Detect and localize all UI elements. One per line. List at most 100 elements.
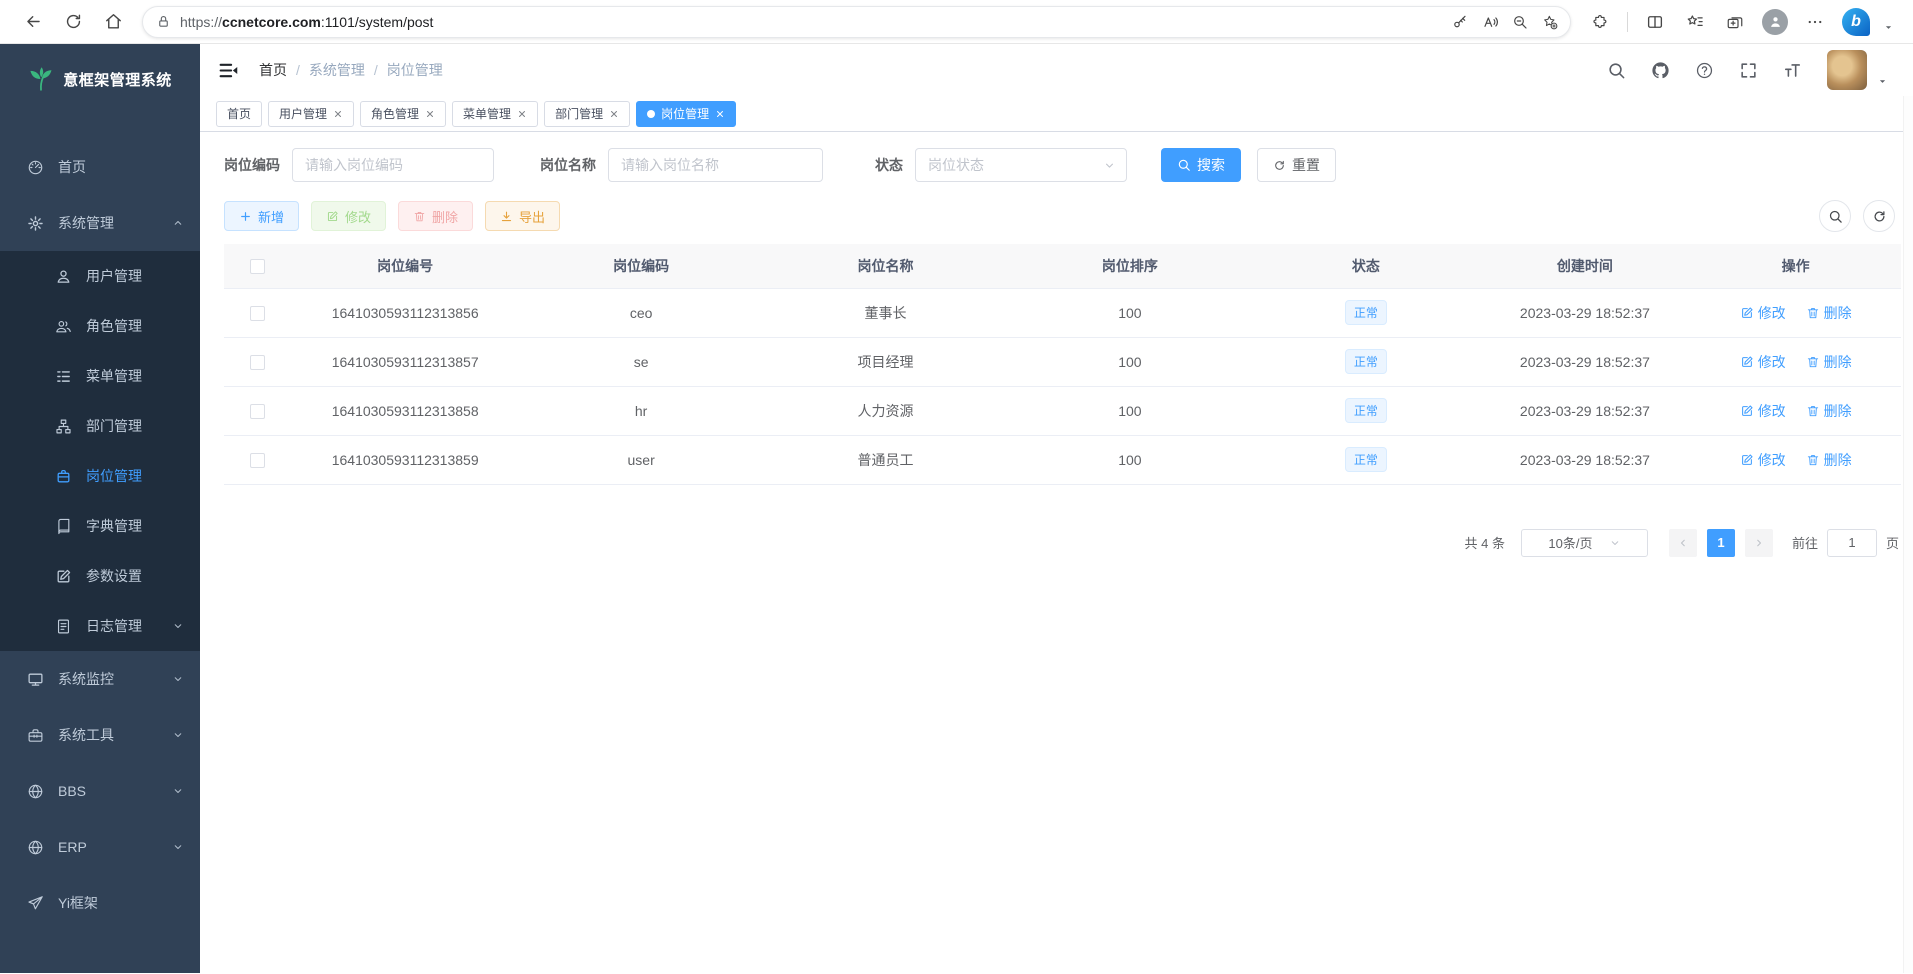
close-icon[interactable] [609, 109, 619, 119]
filter-form: 岗位编码 岗位名称 状态 岗位状态 搜索 [224, 148, 1901, 182]
select-all-checkbox[interactable] [250, 259, 265, 274]
post-code-input[interactable] [292, 148, 494, 182]
help-icon[interactable] [1695, 61, 1714, 80]
github-icon[interactable] [1651, 61, 1670, 80]
bing-chat-icon[interactable]: b [1842, 8, 1870, 36]
trash-icon [1806, 404, 1820, 418]
sidebar-item-home[interactable]: 首页 [0, 139, 200, 195]
sidebar-menu: 首页 系统管理 用户管理 角色管理 菜单管理 部门管理 [0, 114, 200, 931]
close-icon[interactable] [517, 109, 527, 119]
breadcrumb-system[interactable]: 系统管理 [309, 60, 365, 80]
next-page-button[interactable] [1745, 529, 1773, 557]
tab-menu-management[interactable]: 菜单管理 [452, 101, 538, 127]
back-icon[interactable] [16, 5, 50, 39]
sidebar-collapse-icon[interactable] [218, 60, 239, 81]
add-button[interactable]: 新增 [224, 201, 299, 231]
toggle-search-button[interactable] [1819, 200, 1851, 232]
collections-icon[interactable] [1722, 9, 1748, 35]
status-badge: 正常 [1345, 300, 1387, 325]
favorites-bar-icon[interactable] [1682, 9, 1708, 35]
row-delete-link[interactable]: 删除 [1806, 401, 1852, 421]
tab-post-management[interactable]: 岗位管理 [636, 101, 736, 127]
close-icon[interactable] [715, 109, 725, 119]
edit-button[interactable]: 修改 [311, 201, 386, 231]
chevron-down-icon [172, 729, 184, 741]
search-icon[interactable] [1607, 61, 1626, 80]
scrollbar-track[interactable] [1903, 96, 1913, 973]
fullscreen-icon[interactable] [1739, 61, 1758, 80]
prev-page-button[interactable] [1669, 529, 1697, 557]
breadcrumb-separator: / [374, 62, 378, 78]
sidebar-item-system-management[interactable]: 系统管理 [0, 195, 200, 251]
refresh-icon[interactable] [56, 5, 90, 39]
delete-button[interactable]: 删除 [398, 201, 473, 231]
row-delete-link[interactable]: 删除 [1806, 352, 1852, 372]
sidebar-item-system-monitor[interactable]: 系统监控 [0, 651, 200, 707]
row-checkbox[interactable] [250, 453, 265, 468]
row-checkbox[interactable] [250, 355, 265, 370]
page-1-button[interactable]: 1 [1707, 529, 1735, 557]
export-button[interactable]: 导出 [485, 201, 560, 231]
sidebar-item-dict-management[interactable]: 字典管理 [0, 501, 200, 551]
sidebar-item-user-management[interactable]: 用户管理 [0, 251, 200, 301]
plus-icon [239, 210, 252, 223]
page-size-value: 10条/页 [1548, 533, 1592, 552]
reset-button[interactable]: 重置 [1257, 148, 1336, 182]
avatar[interactable] [1827, 50, 1867, 90]
font-size-icon[interactable] [1783, 61, 1802, 80]
status-label: 状态 [875, 155, 903, 175]
close-icon[interactable] [333, 109, 343, 119]
sidebar-item-log-management[interactable]: 日志管理 [0, 601, 200, 651]
url-text[interactable]: https://ccnetcore.com:1101/system/post [180, 14, 1437, 30]
row-edit-link[interactable]: 修改 [1740, 303, 1786, 323]
sidebar-item-yi-framework[interactable]: Yi框架 [0, 875, 200, 931]
tab-label: 菜单管理 [463, 105, 511, 122]
zoom-out-icon[interactable] [1506, 8, 1534, 36]
col-post-code: 岗位编码 [519, 244, 763, 288]
sidebar-item-bbs[interactable]: BBS [0, 763, 200, 819]
close-icon[interactable] [425, 109, 435, 119]
page-size-select[interactable]: 10条/页 [1521, 529, 1648, 557]
goto-page-input[interactable] [1827, 529, 1877, 557]
row-checkbox[interactable] [250, 404, 265, 419]
more-icon[interactable] [1802, 9, 1828, 35]
row-edit-link[interactable]: 修改 [1740, 450, 1786, 470]
tab-role-management[interactable]: 角色管理 [360, 101, 446, 127]
sidebar-item-erp[interactable]: ERP [0, 819, 200, 875]
sidebar-item-system-tools[interactable]: 系统工具 [0, 707, 200, 763]
address-bar[interactable]: https://ccnetcore.com:1101/system/post [142, 6, 1571, 38]
tab-label: 用户管理 [279, 105, 327, 122]
chevron-down-icon [1103, 159, 1116, 172]
sidebar-item-dept-management[interactable]: 部门管理 [0, 401, 200, 451]
split-screen-icon[interactable] [1642, 9, 1668, 35]
tab-home[interactable]: 首页 [216, 101, 262, 127]
row-delete-link[interactable]: 删除 [1806, 450, 1852, 470]
sidebar-item-post-management[interactable]: 岗位管理 [0, 451, 200, 501]
add-favorite-icon[interactable] [1536, 8, 1564, 36]
search-button[interactable]: 搜索 [1161, 148, 1241, 182]
cell-post-id: 1641030593112313857 [291, 337, 519, 386]
toolbox-icon [26, 727, 45, 744]
breadcrumb-home[interactable]: 首页 [259, 60, 287, 80]
refresh-table-button[interactable] [1863, 200, 1895, 232]
sidebar-item-menu-management[interactable]: 菜单管理 [0, 351, 200, 401]
extensions-icon[interactable] [1587, 9, 1613, 35]
password-icon[interactable] [1446, 8, 1474, 36]
row-checkbox[interactable] [250, 306, 265, 321]
row-edit-link[interactable]: 修改 [1740, 401, 1786, 421]
read-aloud-icon[interactable] [1476, 8, 1504, 36]
sidebar-item-label: BBS [58, 783, 86, 799]
row-delete-link[interactable]: 删除 [1806, 303, 1852, 323]
sidebar-item-role-management[interactable]: 角色管理 [0, 301, 200, 351]
profile-icon[interactable] [1762, 9, 1788, 35]
post-name-input[interactable] [608, 148, 823, 182]
row-edit-link[interactable]: 修改 [1740, 352, 1786, 372]
col-actions: 操作 [1690, 244, 1901, 288]
sidebar-item-param-settings[interactable]: 参数设置 [0, 551, 200, 601]
tab-user-management[interactable]: 用户管理 [268, 101, 354, 127]
status-select-placeholder: 岗位状态 [928, 155, 984, 175]
edit-icon [1740, 306, 1754, 320]
status-select[interactable]: 岗位状态 [915, 148, 1127, 182]
home-icon[interactable] [96, 5, 130, 39]
tab-dept-management[interactable]: 部门管理 [544, 101, 630, 127]
